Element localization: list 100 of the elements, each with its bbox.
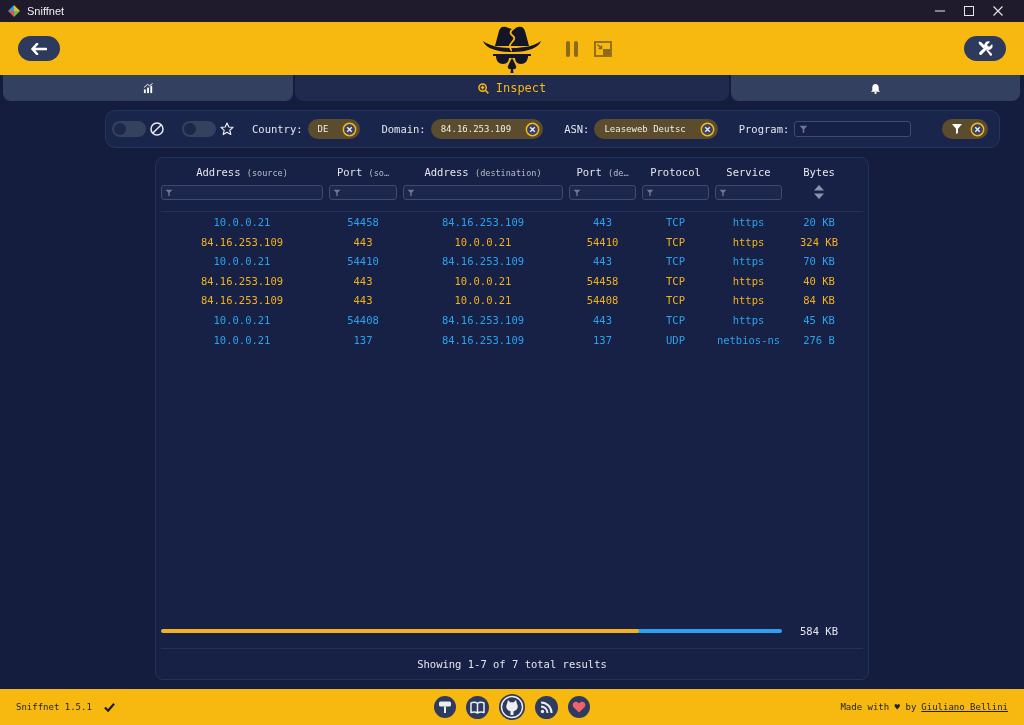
rss-icon[interactable]	[535, 695, 558, 719]
table-cell-text: 10.0.0.21	[212, 312, 272, 328]
star-icon	[220, 122, 234, 136]
settings-button[interactable]	[964, 36, 1006, 61]
maximize-icon[interactable]	[964, 6, 974, 16]
sort-icon[interactable]	[814, 185, 824, 199]
table-cell-text: netbios-ns	[715, 332, 782, 348]
table-cell-text: https	[731, 254, 766, 270]
column-header: Port (so…	[336, 165, 390, 180]
table-cell-text: 54410	[585, 234, 620, 250]
clear-icon[interactable]	[970, 121, 985, 137]
table-cell-text: 443	[352, 293, 374, 309]
filter-value: 84.16.253.109	[440, 124, 512, 134]
table-cell-text: 10.0.0.21	[212, 215, 272, 230]
table-cell-text: 84.16.253.109	[199, 293, 285, 309]
column-header: Protocol	[650, 165, 701, 180]
table-cell-text: 443	[592, 254, 613, 270]
table-cell-text: https	[731, 234, 766, 250]
prohibited-icon	[150, 122, 164, 136]
filter-label: Country:	[252, 123, 303, 135]
filter-value: DE	[317, 124, 329, 134]
table-cell-text: 84.16.253.109	[440, 254, 526, 270]
pause-icon[interactable]	[565, 39, 579, 58]
column-filter-field[interactable]	[161, 185, 323, 200]
column-filter-field[interactable]	[569, 185, 636, 200]
author-link[interactable]: Giuliano Bellini	[921, 702, 1008, 712]
table-cell-text: 10.0.0.21	[453, 234, 513, 250]
table-cell-text: 10.0.0.21	[212, 254, 272, 270]
app-icon	[8, 5, 20, 17]
table-cell-text: 276 B	[802, 332, 836, 348]
table-cell-text: 443	[592, 215, 613, 230]
table-cell-text: 324 KB	[799, 234, 839, 250]
column-filter-field[interactable]	[329, 185, 397, 200]
filter-icon	[333, 188, 341, 197]
table-cell-text: TCP	[665, 312, 686, 328]
table-cell-text: 84.16.253.109	[440, 332, 526, 348]
table-cell-text: https	[731, 273, 766, 289]
table-cell-text: TCP	[665, 254, 686, 270]
table-cell-text: UDP	[665, 332, 686, 348]
filter-field[interactable]	[794, 121, 912, 137]
arrow-left-icon	[31, 42, 47, 55]
filter-icon	[407, 188, 415, 197]
table-cell-text: 20 KB	[802, 215, 836, 230]
zoom-in-icon	[477, 82, 489, 94]
table-cell-text: 84.16.253.109	[440, 215, 526, 230]
clear-icon[interactable]	[342, 121, 358, 137]
filter-icon	[165, 188, 173, 197]
book-icon[interactable]	[466, 695, 489, 719]
table-cell-text: TCP	[665, 273, 686, 289]
table-cell-text: 54458	[585, 273, 620, 289]
total-bytes: 584 KB	[799, 624, 839, 637]
filter-label: ASN:	[564, 123, 590, 135]
filter-icon	[646, 188, 654, 197]
table-cell-text: TCP	[665, 293, 686, 309]
filter-value: Leaseweb Deutsc	[604, 124, 686, 134]
tools-icon	[976, 40, 994, 57]
table-cell-text: 137	[592, 332, 613, 348]
column-filter-field[interactable]	[403, 185, 563, 200]
clear-icon[interactable]	[699, 121, 715, 137]
filter-icon[interactable]	[951, 123, 963, 135]
signpost-icon[interactable]	[434, 696, 456, 718]
table-cell-text: 40 KB	[802, 273, 836, 289]
toggle-switch[interactable]	[182, 121, 216, 137]
table-cell-text: 84.16.253.109	[199, 273, 285, 289]
table-cell-text: 54408	[346, 312, 380, 328]
close-icon[interactable]	[993, 6, 1003, 16]
tab[interactable]: Inspect	[295, 75, 729, 101]
column-header: Service	[726, 165, 771, 180]
table-cell-text: TCP	[665, 234, 686, 250]
pip-icon[interactable]	[594, 40, 612, 57]
table-cell-text: https	[731, 215, 766, 230]
filter-icon	[719, 188, 727, 197]
app-version: Sniffnet 1.5.1	[16, 702, 92, 712]
back-button[interactable]	[18, 36, 60, 61]
filter-icon	[573, 188, 581, 197]
toggle-switch[interactable]	[112, 121, 146, 137]
table-cell-text: https	[731, 312, 766, 328]
table-cell-text: 84.16.253.109	[440, 312, 526, 328]
clear-icon[interactable]	[525, 121, 541, 137]
chart-icon	[142, 82, 154, 94]
column-filter-field[interactable]	[642, 185, 709, 200]
column-header: Port (de…	[576, 165, 629, 180]
column-filter-field[interactable]	[715, 185, 782, 200]
filter-icon	[799, 124, 809, 134]
table-cell-text: 443	[592, 312, 613, 328]
column-header: Address (source)	[196, 165, 288, 180]
column-header: Bytes	[803, 165, 835, 180]
table-cell-text: 443	[352, 234, 374, 250]
window-title: Sniffnet	[27, 5, 65, 17]
column-header: Address (destination)	[424, 165, 542, 180]
table-cell-text: https	[731, 293, 766, 309]
table-cell-text: 84.16.253.109	[199, 234, 285, 250]
filter-label: Program:	[738, 123, 790, 135]
results-summary: Showing 1-7 of 7 total results	[417, 658, 607, 670]
table-cell-text: 443	[352, 273, 374, 289]
filter-label: Domain:	[381, 123, 426, 135]
cat-icon[interactable]	[499, 694, 525, 720]
table-cell-text: 10.0.0.21	[453, 273, 513, 289]
table-cell-text: 54410	[346, 254, 380, 270]
bell-icon	[870, 82, 881, 94]
